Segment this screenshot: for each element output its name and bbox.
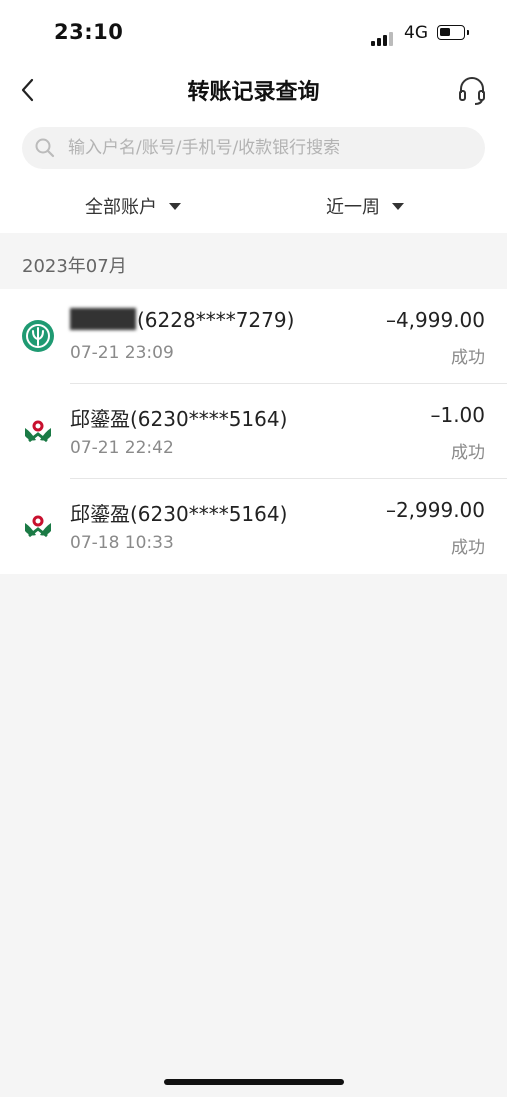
record-account: (6230****5164): [130, 502, 288, 526]
record-datetime: 07-21 22:42: [70, 438, 174, 458]
customer-service-button[interactable]: [456, 74, 488, 106]
masked-name: [70, 308, 136, 330]
agricultural-bank-icon: [25, 515, 51, 538]
month-header: 2023年07月: [22, 256, 127, 277]
status-time: 23:10: [54, 20, 124, 44]
dropdown-arrow-icon: [392, 202, 404, 210]
account-filter-dropdown[interactable]: 全部账户: [85, 193, 181, 219]
search-bar[interactable]: [22, 127, 485, 169]
record-payee: (6228****7279): [70, 308, 294, 332]
record-payee: 邱鎏盈(6230****5164): [70, 403, 287, 432]
record-account: (6228****7279): [137, 308, 295, 332]
record-datetime: 07-21 23:09: [70, 343, 174, 363]
search-icon: [35, 138, 55, 158]
dropdown-arrow-icon: [169, 202, 181, 210]
record-payee: 邱鎏盈(6230****5164): [70, 498, 287, 527]
home-indicator[interactable]: [164, 1079, 344, 1085]
record-name: 邱鎏盈: [70, 407, 130, 431]
signal-icon: [371, 27, 395, 46]
search-input[interactable]: [68, 127, 473, 169]
headset-icon: [459, 77, 485, 105]
green-circle-bank-icon: [22, 320, 54, 352]
transfer-record-row[interactable]: (6228****7279) 07-21 23:09 –4,999.00 成功: [0, 289, 507, 384]
record-status: 成功: [451, 348, 485, 368]
agricultural-bank-icon: [25, 420, 51, 443]
record-account: (6230****5164): [130, 407, 288, 431]
network-label: 4G: [404, 23, 428, 43]
period-filter-dropdown[interactable]: 近一周: [326, 193, 404, 219]
record-amount: –1.00: [430, 403, 485, 427]
record-datetime: 07-18 10:33: [70, 533, 174, 553]
period-filter-label: 近一周: [326, 197, 380, 218]
transfer-record-list: (6228****7279) 07-21 23:09 –4,999.00 成功 …: [0, 289, 507, 574]
record-amount: –2,999.00: [385, 498, 485, 522]
page-title: 转账记录查询: [187, 80, 320, 105]
account-filter-label: 全部账户: [85, 197, 157, 218]
battery-icon: [437, 25, 469, 40]
transfer-record-row[interactable]: 邱鎏盈(6230****5164) 07-21 22:42 –1.00 成功: [0, 384, 507, 479]
transfer-record-row[interactable]: 邱鎏盈(6230****5164) 07-18 10:33 –2,999.00 …: [0, 479, 507, 574]
record-amount: –4,999.00: [385, 308, 485, 332]
record-status: 成功: [451, 443, 485, 463]
record-status: 成功: [451, 538, 485, 558]
record-name: 邱鎏盈: [70, 502, 130, 526]
